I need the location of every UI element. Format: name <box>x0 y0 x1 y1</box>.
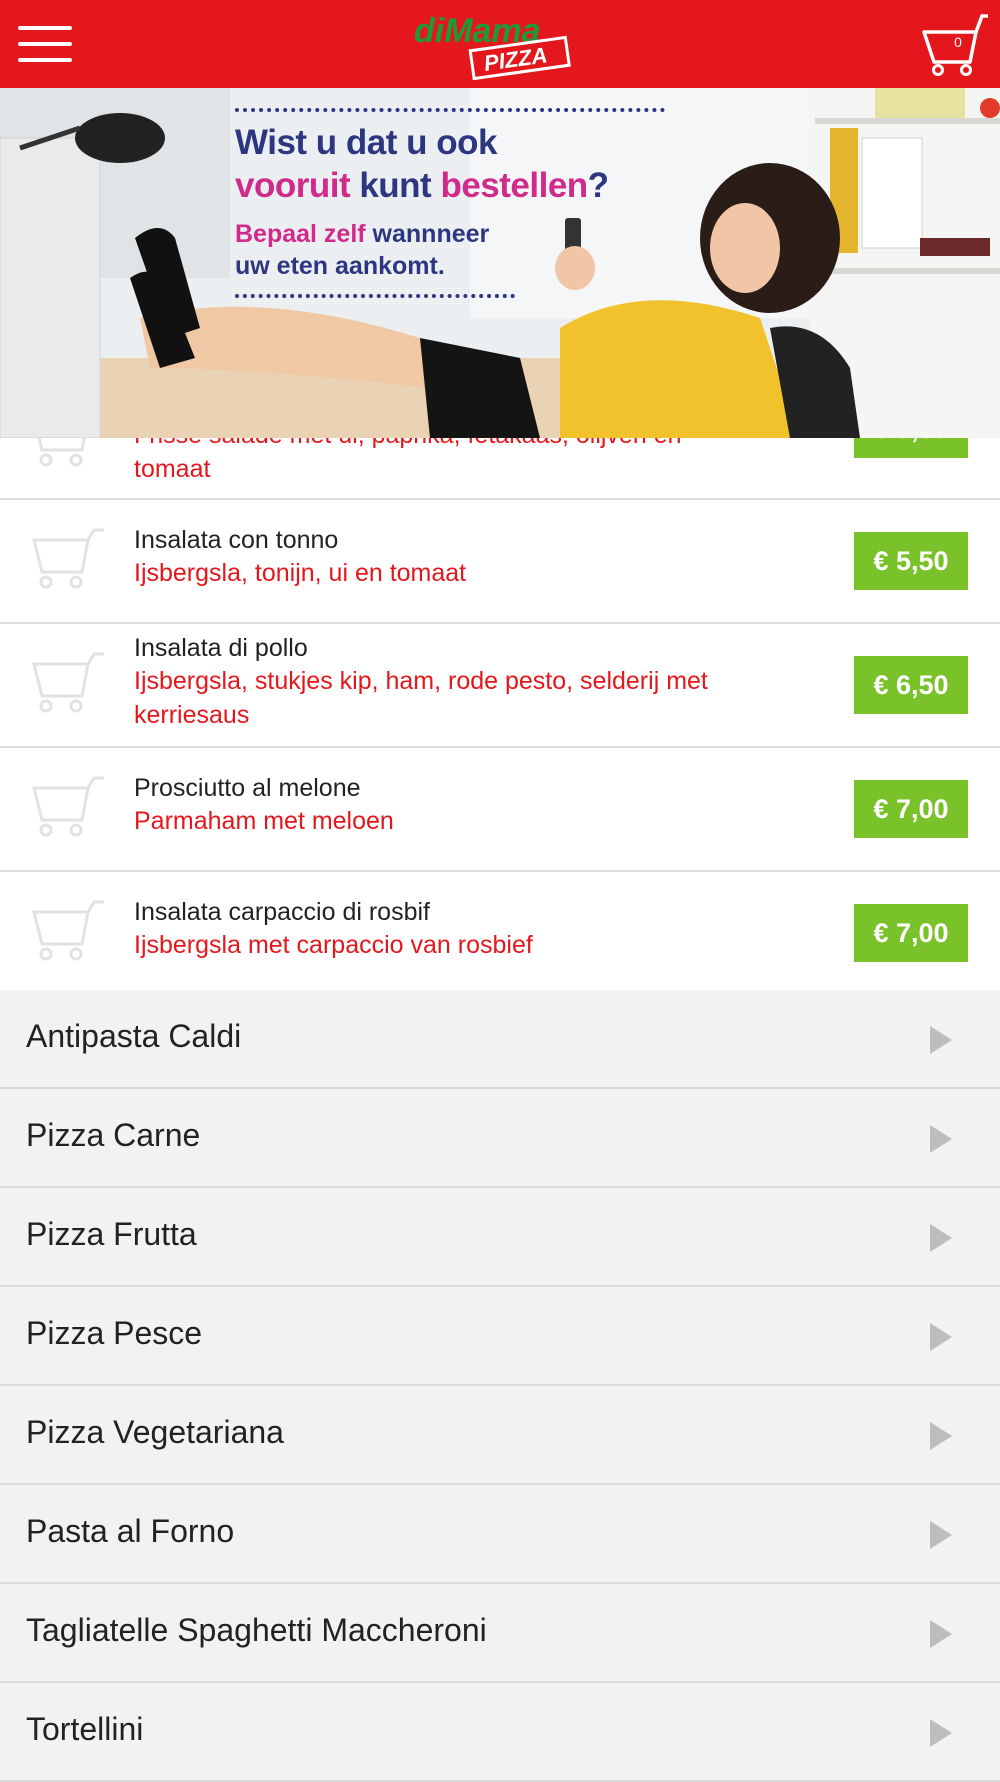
banner-headline-1: Wist u dat u ook <box>235 123 497 162</box>
dimama-pizza-logo[interactable]: diMama PIZZA <box>410 8 590 80</box>
chevron-right-icon <box>930 1323 952 1351</box>
category-label: Pizza Carne <box>26 1117 201 1153</box>
banner-text: Wist u dat u ook vooruit kunt bestellen?… <box>235 108 675 298</box>
category-pizza-carne[interactable]: Pizza Carne <box>0 1089 1000 1188</box>
category-tortellini[interactable]: Tortellini <box>0 1683 1000 1782</box>
chevron-right-icon <box>930 1521 952 1549</box>
category-label: Pizza Pesce <box>26 1315 203 1351</box>
add-to-cart-icon[interactable] <box>30 652 106 718</box>
category-label: Pasta al Forno <box>26 1513 235 1549</box>
shopping-cart-button[interactable]: 0 <box>920 12 990 76</box>
category-label: Tagliatelle Spaghetti Maccheroni <box>26 1612 487 1648</box>
banner-subline-1: Bepaal zelf wannneer <box>235 220 490 248</box>
promo-banner[interactable]: Wist u dat u ook vooruit kunt bestellen?… <box>0 88 1000 438</box>
menu-item-list: Frisse salade met ui, paprika, fetakaas,… <box>0 400 1000 996</box>
menu-item-name: Insalata di pollo <box>134 634 308 662</box>
category-label: Pizza Frutta <box>26 1216 197 1252</box>
menu-item[interactable]: Insalata carpaccio di rosbif Ijsbergsla … <box>0 872 1000 996</box>
category-pizza-vegetariana[interactable]: Pizza Vegetariana <box>0 1386 1000 1485</box>
menu-item-price-button[interactable]: € 5,50 <box>854 532 968 590</box>
menu-item-price-button[interactable]: € 7,00 <box>854 904 968 962</box>
chevron-right-icon <box>930 1620 952 1648</box>
menu-item[interactable]: Insalata con tonno Ijsbergsla, tonijn, u… <box>0 500 1000 624</box>
banner-divider-top <box>235 108 665 112</box>
menu-item-price-button[interactable]: € 7,00 <box>854 780 968 838</box>
cart-count: 0 <box>954 34 962 50</box>
category-label: Tortellini <box>26 1711 144 1747</box>
category-pasta-al-forno[interactable]: Pasta al Forno <box>0 1485 1000 1584</box>
category-label: Antipasta Caldi <box>26 1018 242 1054</box>
category-list: Antipasta Caldi Pizza Carne Pizza Frutta… <box>0 990 1000 1782</box>
menu-item-name: Insalata con tonno <box>134 526 339 554</box>
app-header: diMama PIZZA 0 <box>0 0 1000 88</box>
category-antipasta-caldi[interactable]: Antipasta Caldi <box>0 990 1000 1089</box>
menu-item-description: Ijsbergsla met carpaccio van rosbief <box>134 931 533 959</box>
add-to-cart-icon[interactable] <box>30 900 106 966</box>
add-to-cart-icon[interactable] <box>30 776 106 842</box>
chevron-right-icon <box>930 1224 952 1252</box>
menu-item[interactable]: Prosciutto al melone Parmaham met meloen… <box>0 748 1000 872</box>
menu-item-description: Parmaham met meloen <box>134 807 394 835</box>
chevron-right-icon <box>930 1422 952 1450</box>
chevron-right-icon <box>930 1125 952 1153</box>
menu-item-name: Prosciutto al melone <box>134 774 361 802</box>
chevron-right-icon <box>930 1719 952 1747</box>
category-tagliatelle-spaghetti-maccheroni[interactable]: Tagliatelle Spaghetti Maccheroni <box>0 1584 1000 1683</box>
add-to-cart-icon[interactable] <box>30 528 106 594</box>
menu-item[interactable]: Insalata di pollo Ijsbergsla, stukjes ki… <box>0 624 1000 748</box>
banner-subline-2: uw eten aankomt. <box>235 252 445 280</box>
menu-item-description: Ijsbergsla, stukjes kip, ham, rode pesto… <box>134 667 708 729</box>
category-label: Pizza Vegetariana <box>26 1414 284 1450</box>
menu-icon[interactable] <box>18 24 72 64</box>
banner-headline-2: vooruit kunt bestellen? <box>235 166 609 205</box>
menu-item-price-button[interactable]: € 6,50 <box>854 656 968 714</box>
menu-item-name: Insalata carpaccio di rosbif <box>134 898 430 926</box>
category-pizza-pesce[interactable]: Pizza Pesce <box>0 1287 1000 1386</box>
category-pizza-frutta[interactable]: Pizza Frutta <box>0 1188 1000 1287</box>
menu-item-description: Ijsbergsla, tonijn, ui en tomaat <box>134 559 467 587</box>
banner-divider-bottom <box>235 294 515 298</box>
chevron-right-icon <box>930 1026 952 1054</box>
